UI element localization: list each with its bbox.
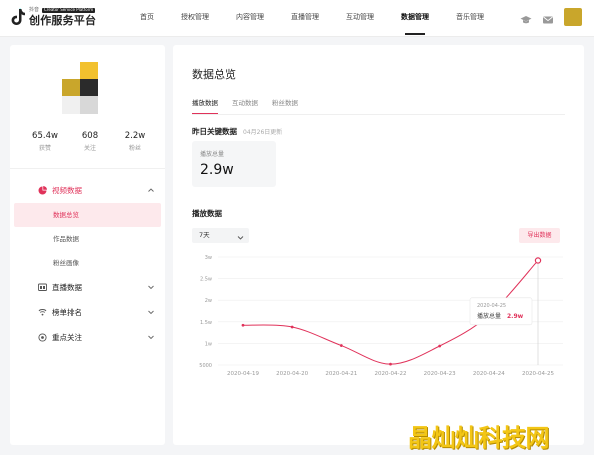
- x-tick-label: 2020-04-25: [522, 371, 554, 377]
- y-tick-label: 1w: [205, 341, 212, 347]
- range-select-value: 7天: [199, 231, 210, 239]
- y-tick-label: 1.5w: [200, 320, 212, 326]
- data-point: [241, 323, 245, 327]
- tooltip-label: 播放总量: [477, 312, 501, 320]
- sidebar-divider: [10, 168, 165, 169]
- profile-avatar: [62, 62, 98, 114]
- tooltip-value: 2.9w: [507, 313, 524, 320]
- pie-chart-icon: [38, 186, 47, 195]
- sidebar-group-label: 榜单排名: [52, 308, 82, 317]
- sidebar-group-focus[interactable]: 重点关注: [10, 325, 165, 350]
- watermark-text: 晶灿灿科技网: [408, 424, 550, 452]
- live-screen-icon: [38, 283, 47, 292]
- chevron-down-icon: [237, 232, 244, 240]
- sidebar-item-fan-profile[interactable]: 粉丝画像: [10, 251, 165, 275]
- chevron-down-icon: [147, 283, 155, 291]
- range-select[interactable]: 7天: [192, 228, 249, 243]
- sidebar-group-ranking[interactable]: 榜单排名: [10, 300, 165, 325]
- stat-likes: 65.4w 获赞: [25, 131, 65, 152]
- chevron-up-icon: [147, 186, 155, 194]
- kpi-label: 播放总量: [200, 151, 225, 158]
- export-data-button[interactable]: 导出数据: [519, 228, 560, 243]
- stat-fans: 2.2w 粉丝: [115, 131, 155, 152]
- sidebar-item-overview[interactable]: 数据总览: [14, 203, 161, 227]
- graduation-cap-icon[interactable]: [520, 11, 532, 24]
- nav-item-home[interactable]: 首页: [140, 0, 154, 37]
- brand-small-text: 抖音: [29, 7, 40, 13]
- y-tick-label: 5000: [199, 363, 212, 369]
- sidebar: 65.4w 获赞 608 关注 2.2w 粉丝 视频数据 数据总览 作品数据 粉…: [10, 45, 165, 445]
- mail-icon[interactable]: [542, 11, 554, 24]
- play-data-title: 播放数据: [192, 209, 222, 218]
- kpi-value: 2.9w: [200, 162, 234, 178]
- tabs-divider: [192, 114, 565, 115]
- brand-badge: Creator Service Platform: [42, 7, 96, 13]
- play-line-chart: 3w 2.5w 2w 1.5w 1w 5000 2020-04-19 2020-04-20 20…: [199, 255, 563, 377]
- data-point: [389, 362, 392, 366]
- yesterday-title: 昨日关键数据: [192, 127, 237, 136]
- sidebar-group-video-data[interactable]: 视频数据: [10, 178, 165, 203]
- x-tick-label: 2020-04-23: [424, 371, 456, 377]
- stat-following-label: 关注: [83, 145, 96, 152]
- nav-item-authorization[interactable]: 授权管理: [181, 0, 209, 37]
- y-tick-label: 2w: [205, 298, 212, 304]
- brand-title: 创作服务平台: [29, 14, 97, 27]
- tab-play-data[interactable]: 播放数据: [192, 97, 218, 115]
- kpi-card-total-plays: 播放总量 2.9w: [192, 141, 276, 187]
- y-tick-label: 3w: [205, 255, 212, 261]
- sidebar-group-live-data[interactable]: 直播数据: [10, 275, 165, 300]
- tab-fan-data[interactable]: 粉丝数据: [272, 97, 298, 114]
- data-point: [290, 325, 294, 329]
- user-avatar[interactable]: [564, 8, 582, 26]
- nav-item-data[interactable]: 数据管理: [401, 0, 429, 37]
- stat-likes-label: 获赞: [38, 145, 51, 152]
- y-tick-label: 2.5w: [200, 277, 212, 283]
- x-tick-label: 2020-04-21: [325, 371, 357, 377]
- stat-fans-label: 粉丝: [128, 145, 141, 152]
- sidebar-group-label: 视频数据: [52, 186, 82, 195]
- chevron-down-icon: [147, 333, 155, 341]
- x-tick-label: 2020-04-19: [227, 371, 259, 377]
- data-point: [438, 344, 442, 348]
- page-title: 数据总览: [192, 68, 236, 81]
- main-nav: 首页 授权管理 内容管理 直播管理 互动管理 数据管理 音乐管理: [140, 0, 511, 37]
- sidebar-item-works-data[interactable]: 作品数据: [10, 227, 165, 251]
- data-point-active: [534, 257, 542, 264]
- main-panel: 数据总览 播放数据 互动数据 粉丝数据 昨日关键数据 04月26日更新 播放总量…: [173, 45, 584, 445]
- x-tick-label: 2020-04-22: [375, 371, 407, 377]
- ranking-icon: [38, 308, 47, 317]
- nav-item-music[interactable]: 音乐管理: [456, 0, 484, 37]
- top-navbar: 抖音 Creator Service Platform 创作服务平台 首页 授权…: [0, 0, 594, 37]
- stat-likes-value: 65.4w: [32, 131, 58, 141]
- sidebar-group-label: 直播数据: [52, 283, 82, 292]
- stat-following-value: 608: [81, 131, 99, 141]
- x-tick-label: 2020-04-24: [473, 371, 505, 377]
- data-point: [339, 344, 343, 347]
- sidebar-group-label: 重点关注: [52, 333, 82, 342]
- stat-following: 608 关注: [70, 131, 110, 152]
- yesterday-header: 昨日关键数据 04月26日更新: [192, 126, 282, 137]
- yesterday-updated: 04月26日更新: [243, 129, 283, 136]
- tab-interaction-data[interactable]: 互动数据: [232, 97, 258, 114]
- nav-item-live[interactable]: 直播管理: [291, 0, 319, 37]
- sidebar-menu: 视频数据 数据总览 作品数据 粉丝画像 直播数据 榜单排名 重点关注: [10, 178, 165, 350]
- nav-item-interaction[interactable]: 互动管理: [346, 0, 374, 37]
- stat-fans-value: 2.2w: [124, 131, 146, 141]
- brand-logo[interactable]: 抖音 Creator Service Platform 创作服务平台: [10, 8, 96, 26]
- douyin-logo-icon: [10, 8, 26, 26]
- tooltip-date: 2020-04-25: [477, 303, 506, 309]
- target-icon: [38, 333, 47, 342]
- data-tabs: 播放数据 互动数据 粉丝数据: [192, 97, 312, 115]
- chevron-down-icon: [147, 308, 155, 316]
- x-tick-label: 2020-04-20: [276, 371, 308, 377]
- nav-item-content[interactable]: 内容管理: [236, 0, 264, 37]
